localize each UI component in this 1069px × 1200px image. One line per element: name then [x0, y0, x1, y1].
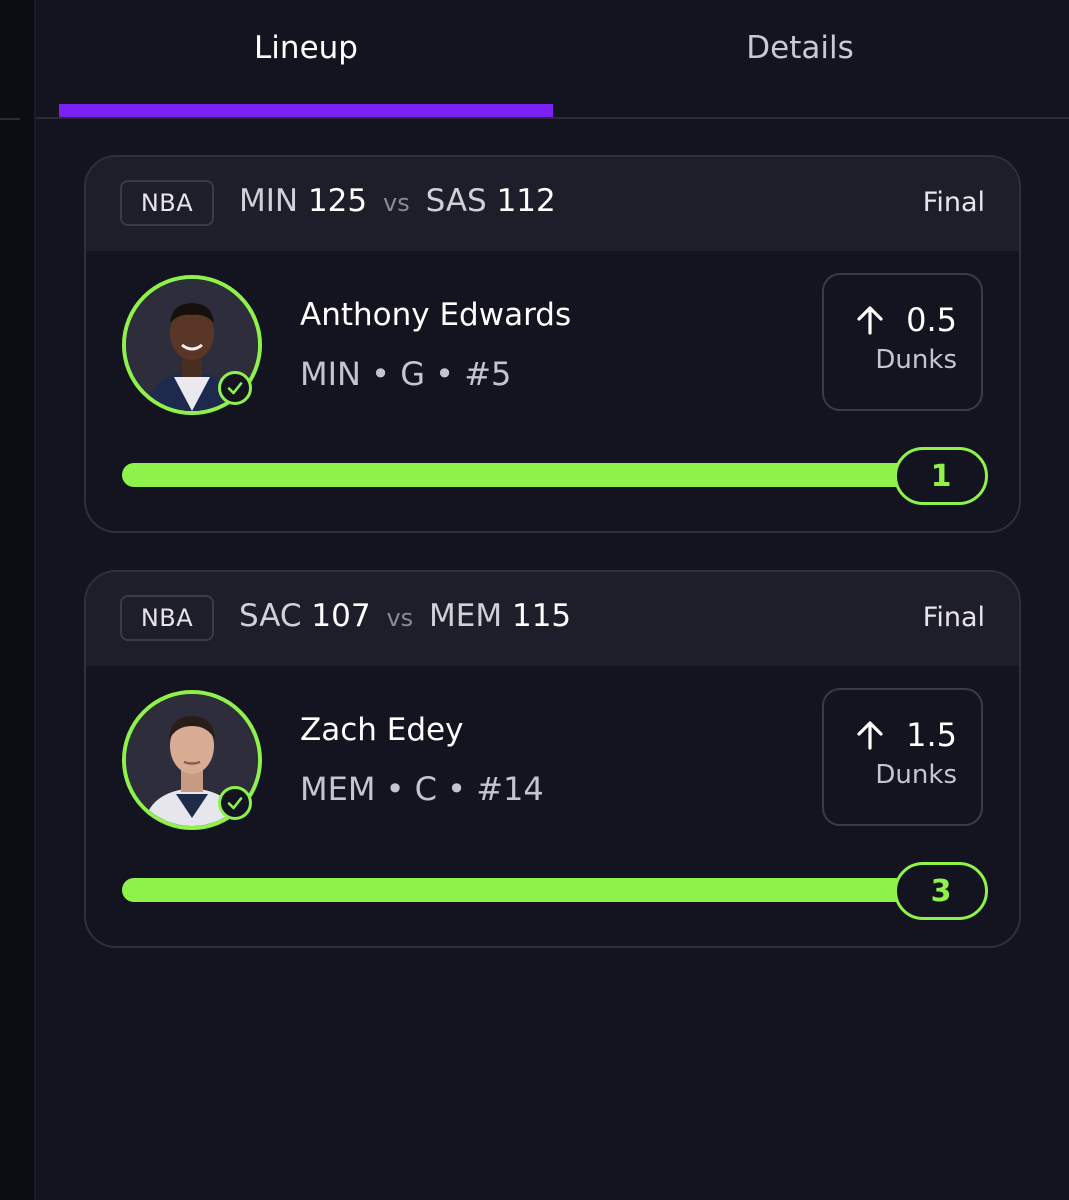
pick-card-zach-edey[interactable]: NBA SAC 107 vs MEM 115 Final Zach Edey M… [84, 570, 1021, 948]
projection-stat: Dunks [875, 760, 957, 790]
projection-box: 1.5 Dunks [822, 688, 983, 826]
lineup-screen: Lineup Details NBA MIN 125 vs SAS 112 Fi… [36, 0, 1069, 1200]
checkmark-icon [218, 786, 252, 820]
league-badge: NBA [120, 595, 214, 641]
home-team: SAS [425, 183, 487, 219]
vs-label: vs [386, 604, 414, 632]
home-score: 115 [511, 598, 572, 634]
tab-bar-divider [36, 117, 1069, 119]
arrow-up-icon [854, 719, 886, 751]
result-progress-bar [122, 463, 922, 487]
player-name: Anthony Edwards [300, 297, 572, 333]
result-progress-fill [122, 463, 922, 487]
side-divider [0, 118, 20, 120]
away-score: 107 [311, 598, 371, 634]
tab-lineup[interactable]: Lineup [59, 0, 553, 118]
projection-stat: Dunks [875, 345, 957, 375]
away-team: MIN [239, 183, 299, 219]
player-meta: MIN • G • #5 [300, 355, 512, 393]
tab-details[interactable]: Details [553, 0, 1047, 118]
result-value-pill: 1 [894, 447, 988, 505]
away-score: 125 [307, 183, 368, 219]
result-value-pill: 3 [894, 862, 988, 920]
player-meta: MEM • C • #14 [300, 770, 544, 808]
result-progress-bar [122, 878, 922, 902]
vs-label: vs [382, 189, 410, 217]
home-score: 112 [496, 183, 556, 219]
side-panel-edge [0, 0, 36, 1200]
away-team: SAC [239, 598, 302, 634]
game-matchup: MIN 125 vs SAS 112 [239, 183, 556, 219]
player-avatar [122, 275, 262, 415]
checkmark-icon [218, 371, 252, 405]
game-matchup: SAC 107 vs MEM 115 [239, 598, 571, 634]
card-header: NBA SAC 107 vs MEM 115 Final [86, 572, 1019, 666]
pick-card-anthony-edwards[interactable]: NBA MIN 125 vs SAS 112 Final Anthony Edw… [84, 155, 1021, 533]
projection-line: 0.5 [906, 301, 957, 339]
player-name: Zach Edey [300, 712, 464, 748]
home-team: MEM [429, 598, 503, 634]
player-avatar [122, 690, 262, 830]
result-progress-fill [122, 878, 922, 902]
league-badge: NBA [120, 180, 214, 226]
game-status: Final [922, 187, 985, 218]
projection-line: 1.5 [906, 716, 957, 754]
tab-bar: Lineup Details [36, 0, 1069, 120]
projection-box: 0.5 Dunks [822, 273, 983, 411]
game-status: Final [922, 602, 985, 633]
arrow-up-icon [854, 304, 886, 336]
card-header: NBA MIN 125 vs SAS 112 Final [86, 157, 1019, 251]
active-tab-indicator [59, 104, 553, 117]
